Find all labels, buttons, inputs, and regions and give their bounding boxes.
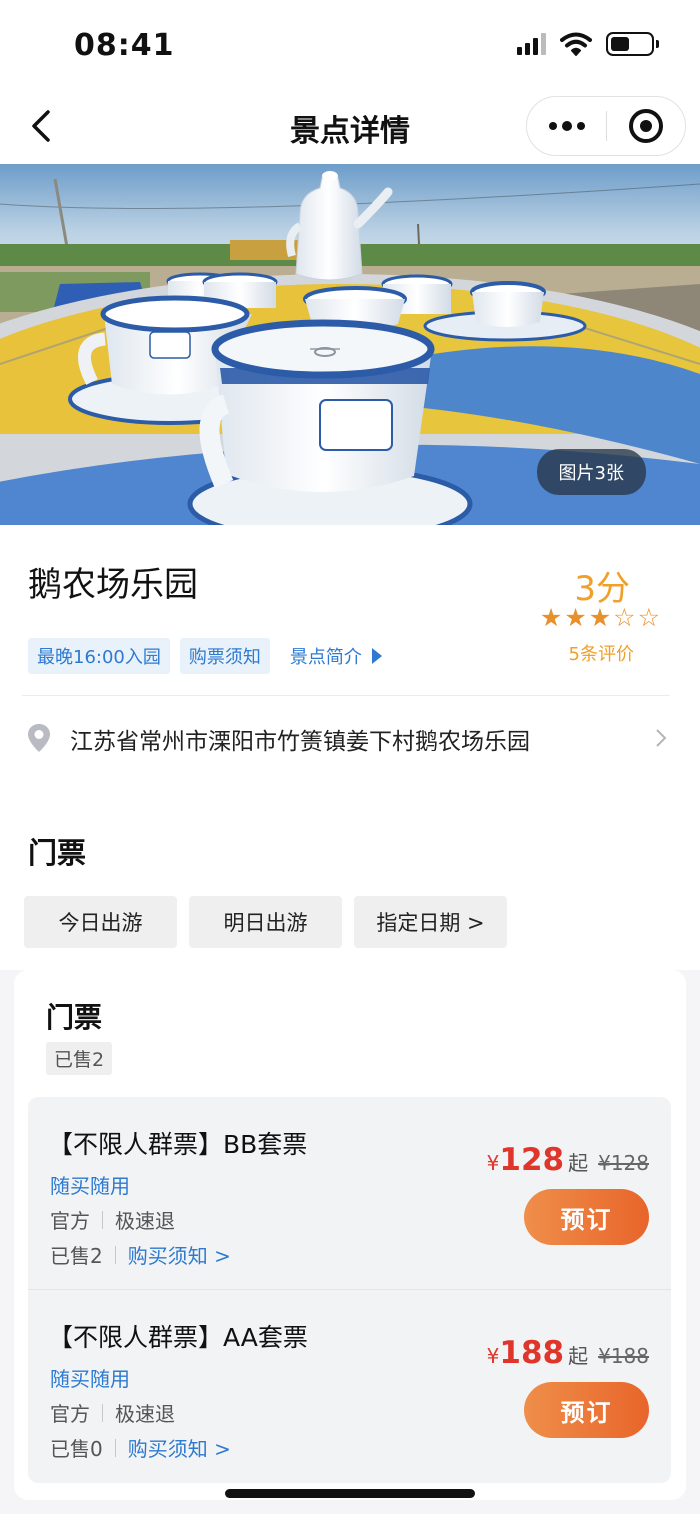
target-icon	[629, 109, 663, 143]
currency-symbol: ¥	[486, 1344, 500, 1368]
date-tab-pick-date[interactable]: 指定日期 >	[354, 896, 507, 948]
battery-icon	[606, 32, 659, 56]
product-source: 官方	[50, 1402, 90, 1426]
address-text[interactable]: 江苏省常州市溧阳市竹箦镇姜下村鹅农场乐园	[70, 722, 530, 756]
rating-stars: ★ ★ ★ ☆ ☆	[540, 603, 660, 632]
product-price: ¥ 188 起 ¥188	[487, 1335, 649, 1371]
product-sold: 已售2	[50, 1244, 103, 1268]
date-tab-today[interactable]: 今日出游	[24, 896, 177, 948]
status-bar: 08:41	[0, 0, 700, 90]
ticket-product-aa[interactable]: 【不限人群票】AA套票 随买随用 官方 极速退 已售0 购买须知 > ¥ 188…	[28, 1290, 671, 1483]
star-filled-icon: ★	[564, 603, 587, 632]
product-sales: 已售0 购买须知 >	[50, 1433, 231, 1462]
purchase-notice-link[interactable]: 购买须知 >	[128, 1433, 231, 1462]
product-source: 官方	[50, 1209, 90, 1233]
product-usage: 随买随用	[50, 1174, 130, 1198]
close-miniprogram-button[interactable]	[607, 97, 685, 155]
chevron-right-icon[interactable]	[654, 727, 668, 749]
tag-purchase-notice[interactable]: 购票须知	[179, 638, 270, 674]
status-time: 08:41	[74, 28, 175, 63]
signal-icon	[517, 33, 546, 55]
sale-price: 188	[499, 1335, 565, 1371]
home-indicator[interactable]	[225, 1489, 475, 1498]
product-price: ¥ 128 起 ¥128	[487, 1142, 649, 1178]
divider	[102, 1403, 103, 1422]
nav-bar: 景点详情	[0, 90, 700, 164]
currency-symbol: ¥	[486, 1151, 500, 1175]
tickets-section-title: 门票	[28, 836, 87, 870]
price-from-label: 起	[568, 1344, 589, 1368]
product-refund: 极速退	[115, 1209, 175, 1233]
spot-name: 鹅农场乐园	[28, 565, 198, 605]
location-pin-icon	[28, 724, 50, 752]
star-filled-icon: ★	[539, 603, 563, 632]
ticket-product-bb[interactable]: 【不限人群票】BB套票 随买随用 官方 极速退 已售2 购买须知 > ¥ 128…	[28, 1097, 671, 1290]
triangle-right-icon	[371, 648, 382, 664]
tickets-section: 门票 今日出游 明日出游 指定日期 >	[0, 780, 700, 970]
status-icons	[517, 32, 659, 56]
more-dot-icon	[548, 122, 557, 130]
spot-tags: 最晚16:00入园 购票须知 景点简介	[28, 638, 382, 674]
review-count-link[interactable]: 5条评价	[569, 640, 634, 666]
spot-info: 鹅农场乐园 3分 ★ ★ ★ ☆ ☆ 5条评价 最晚16:00入园 购票须知 景…	[0, 525, 700, 780]
mini-program-capsule	[526, 96, 686, 156]
product-meta: 官方 极速退	[50, 1205, 175, 1234]
product-name: 【不限人群票】BB套票	[48, 1130, 308, 1159]
more-button[interactable]	[527, 97, 606, 155]
book-button[interactable]: 预订	[524, 1189, 649, 1245]
product-meta: 官方 极速退	[50, 1398, 175, 1427]
ticket-card-title: 门票	[46, 1001, 103, 1034]
more-dot-icon	[576, 122, 585, 130]
hero-image[interactable]: 图片3张	[0, 164, 700, 525]
book-button[interactable]: 预订	[524, 1382, 649, 1438]
date-tabs: 今日出游 明日出游 指定日期 >	[24, 896, 507, 948]
spot-intro-link[interactable]: 景点简介	[290, 643, 382, 669]
spot-intro-label: 景点简介	[289, 647, 362, 668]
star-empty-icon: ☆	[613, 603, 636, 632]
star-empty-icon: ☆	[637, 603, 660, 632]
original-price: ¥188	[598, 1344, 649, 1368]
sale-price: 128	[499, 1142, 565, 1178]
star-filled-icon: ★	[588, 603, 612, 632]
product-sold: 已售0	[50, 1437, 103, 1461]
purchase-notice-link[interactable]: 购买须知 >	[128, 1240, 231, 1269]
photo-count-badge[interactable]: 图片3张	[536, 449, 646, 495]
product-name: 【不限人群票】AA套票	[48, 1323, 308, 1352]
product-refund: 极速退	[115, 1402, 175, 1426]
ticket-card: 门票 已售2 【不限人群票】BB套票 随买随用 官方 极速退 已售2 购买须知 …	[14, 970, 686, 1500]
divider	[114, 1245, 116, 1264]
more-dot-icon	[561, 121, 572, 131]
price-from-label: 起	[568, 1151, 589, 1175]
original-price: ¥128	[598, 1151, 649, 1175]
divider	[114, 1438, 116, 1457]
divider	[22, 695, 670, 696]
sold-count-badge: 已售2	[46, 1042, 113, 1075]
product-usage: 随买随用	[50, 1367, 130, 1391]
tag-latest-entry: 最晚16:00入园	[28, 638, 170, 674]
product-sales: 已售2 购买须知 >	[50, 1240, 231, 1269]
divider	[102, 1210, 103, 1229]
wifi-icon	[560, 32, 592, 56]
date-tab-tomorrow[interactable]: 明日出游	[189, 896, 342, 948]
